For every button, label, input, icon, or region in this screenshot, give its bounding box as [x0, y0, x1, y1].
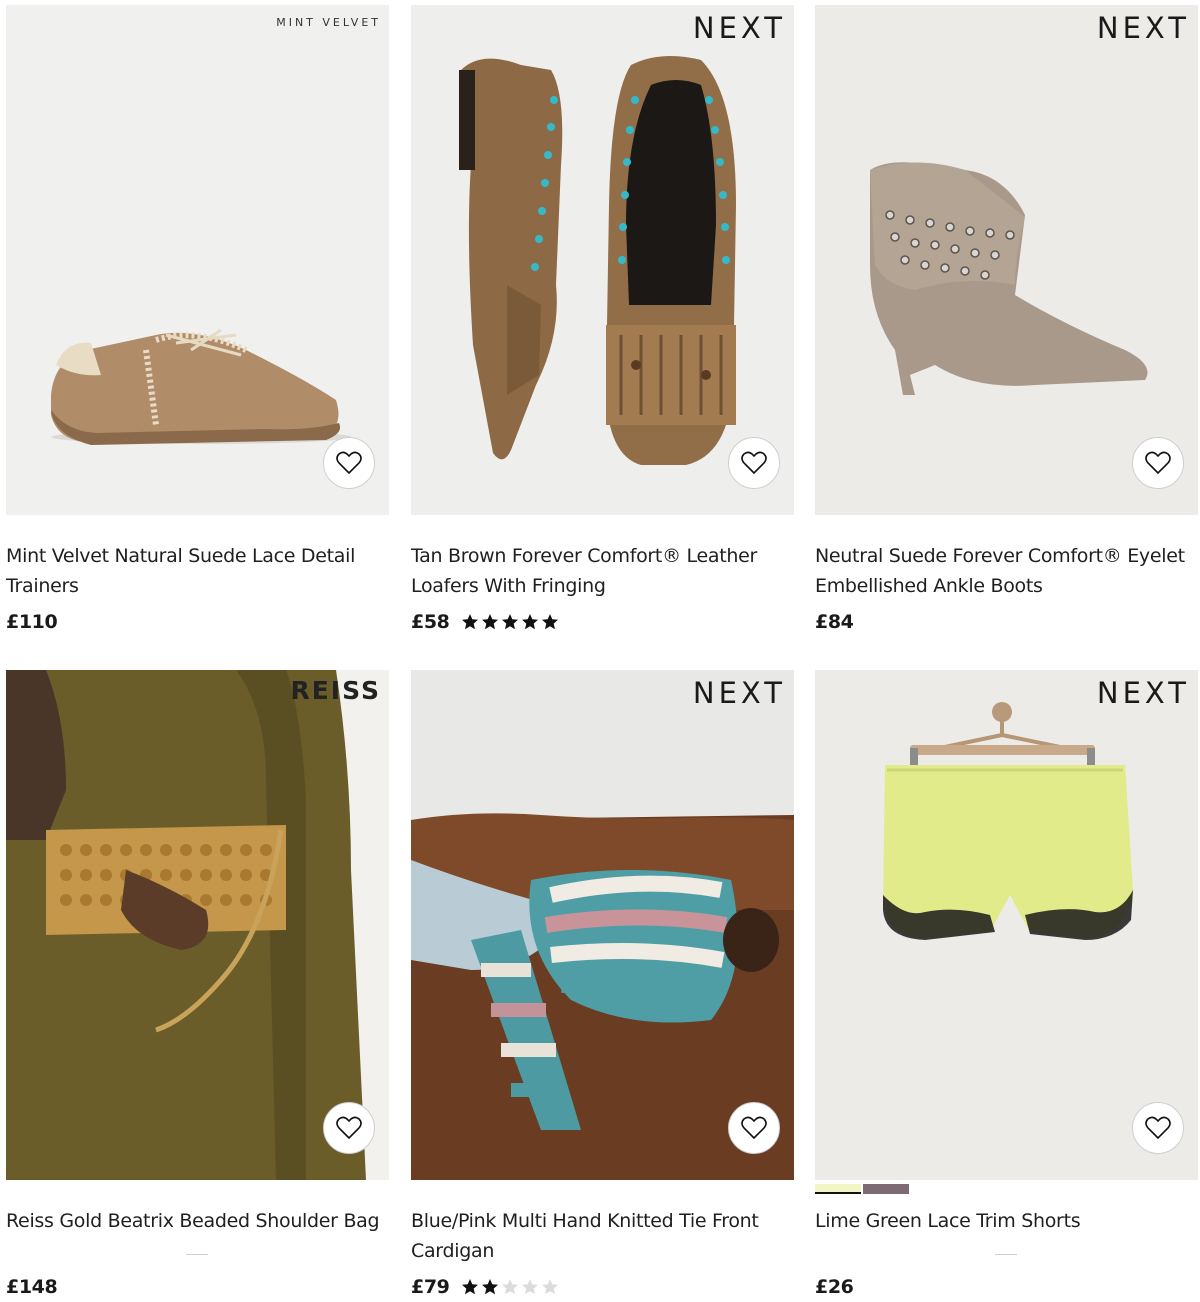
brand-logo: NEXT [1096, 11, 1190, 45]
product-title-line: Lime Green Lace Trim Shorts [815, 1210, 1081, 1232]
product-title-line: Loafers With Fringing [411, 575, 606, 597]
colour-swatch[interactable] [815, 1184, 861, 1194]
product-photo [6, 5, 389, 515]
divider [995, 1254, 1017, 1255]
price-row: £84 [815, 607, 1198, 637]
star-icon [482, 614, 499, 630]
product-photo [411, 5, 794, 515]
favourite-button[interactable] [1132, 437, 1184, 489]
product-image[interactable]: NEXT [411, 670, 794, 1180]
star-rating [461, 613, 559, 631]
star-icon [462, 614, 479, 630]
product-grid: MINT VELVET Mint Velvet Natural Suede La… [0, 0, 1200, 1298]
product-price: £110 [6, 611, 58, 633]
price-row: £148 [6, 1272, 389, 1302]
product-photo [815, 5, 1198, 515]
product-card[interactable]: REISS Reiss Gold Beatrix Beaded Shoulder… [6, 670, 389, 1302]
product-card[interactable]: NEXT Tan Brown Forever Comfort® Leather … [411, 5, 794, 637]
product-price: £26 [815, 1276, 854, 1298]
favourite-button[interactable] [728, 437, 780, 489]
favourite-button[interactable] [728, 1102, 780, 1154]
star-icon [522, 1279, 539, 1295]
favourite-button[interactable] [1132, 1102, 1184, 1154]
product-title-line: Reiss Gold Beatrix Beaded Shoulder Bag [6, 1210, 380, 1232]
heart-icon [1145, 1116, 1171, 1140]
divider [186, 1254, 208, 1255]
product-title[interactable]: Neutral Suede Forever Comfort® Eyelet Em… [815, 541, 1198, 603]
product-photo [6, 670, 389, 1180]
favourite-button[interactable] [323, 437, 375, 489]
product-card[interactable]: NEXT Lime Green Lace Trim Shorts £26 [815, 670, 1198, 1302]
price-row: £26 [815, 1272, 1198, 1302]
product-photo [815, 670, 1198, 1180]
product-price: £79 [411, 1276, 450, 1298]
star-icon [502, 614, 519, 630]
heart-icon [741, 1116, 767, 1140]
product-title-line: Neutral Suede Forever Comfort® Eyelet [815, 545, 1185, 567]
brand-logo: NEXT [692, 11, 786, 45]
product-image[interactable]: MINT VELVET [6, 5, 389, 515]
product-image[interactable]: NEXT [411, 5, 794, 515]
colour-swatch[interactable] [863, 1184, 909, 1194]
star-icon [462, 1279, 479, 1295]
product-title[interactable]: Mint Velvet Natural Suede Lace Detail Tr… [6, 541, 389, 603]
product-price: £84 [815, 611, 854, 633]
price-row: £110 [6, 607, 389, 637]
product-image[interactable]: NEXT [815, 670, 1198, 1180]
brand-logo: REISS [290, 676, 381, 705]
star-icon [482, 1279, 499, 1295]
heart-icon [741, 451, 767, 475]
favourite-button[interactable] [323, 1102, 375, 1154]
product-title[interactable]: Reiss Gold Beatrix Beaded Shoulder Bag [6, 1206, 389, 1268]
product-title-line: Tan Brown Forever Comfort® Leather [411, 545, 757, 567]
star-icon [542, 614, 559, 630]
product-photo [411, 670, 794, 1180]
product-image[interactable]: REISS [6, 670, 389, 1180]
product-card[interactable]: MINT VELVET Mint Velvet Natural Suede La… [6, 5, 389, 637]
product-title[interactable]: Tan Brown Forever Comfort® Leather Loafe… [411, 541, 794, 603]
product-title-line: Blue/Pink Multi Hand Knitted Tie Front [411, 1210, 759, 1232]
brand-logo: NEXT [692, 676, 786, 710]
product-image[interactable]: NEXT [815, 5, 1198, 515]
product-title-line: Embellished Ankle Boots [815, 575, 1043, 597]
brand-logo: MINT VELVET [276, 16, 381, 29]
product-title-line: Mint Velvet Natural Suede Lace Detail [6, 545, 356, 567]
star-icon [522, 614, 539, 630]
heart-icon [336, 1116, 362, 1140]
heart-icon [336, 451, 362, 475]
product-price: £148 [6, 1276, 58, 1298]
star-rating [461, 1278, 559, 1296]
product-title-line: Trainers [6, 575, 79, 597]
heart-icon [1145, 451, 1171, 475]
star-icon [502, 1279, 519, 1295]
product-title[interactable]: Lime Green Lace Trim Shorts [815, 1206, 1198, 1268]
brand-logo: NEXT [1096, 676, 1190, 710]
product-price: £58 [411, 611, 450, 633]
star-icon [542, 1279, 559, 1295]
product-card[interactable]: NEXT Neutral Suede Forever Comfort® Eyel… [815, 5, 1198, 637]
product-card[interactable]: NEXT Blue/Pink Multi Hand Knitted Tie Fr… [411, 670, 794, 1302]
price-row: £79 [411, 1272, 794, 1302]
product-title-line: Cardigan [411, 1240, 495, 1262]
price-row: £58 [411, 607, 794, 637]
colour-swatches [815, 1184, 909, 1194]
product-title[interactable]: Blue/Pink Multi Hand Knitted Tie Front C… [411, 1206, 794, 1268]
